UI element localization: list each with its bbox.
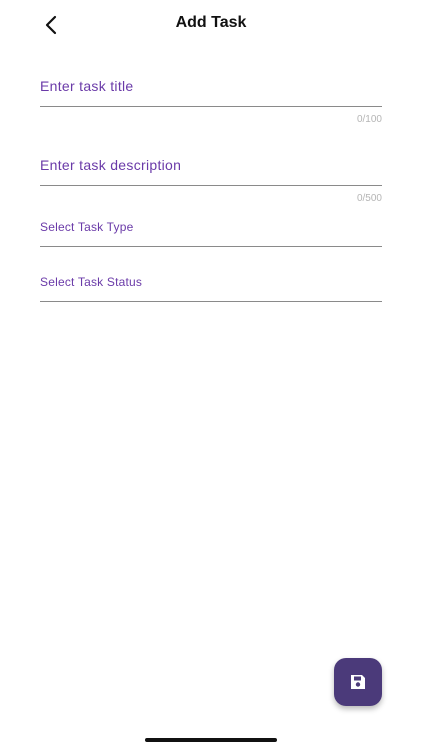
task-title-field: 0/100 <box>40 78 382 125</box>
page-title: Add Task <box>175 14 247 31</box>
task-title-input[interactable] <box>40 78 382 107</box>
save-icon <box>351 675 365 689</box>
task-status-select[interactable]: Select Task Status <box>40 275 382 302</box>
app-header: Add Task <box>0 0 422 50</box>
title-char-counter: 0/100 <box>356 114 382 125</box>
save-button[interactable] <box>334 658 382 706</box>
task-description-input[interactable] <box>40 157 382 186</box>
task-type-label: Select Task Type <box>40 220 134 234</box>
description-char-counter: 0/500 <box>356 193 382 204</box>
task-description-field: 0/500 <box>40 157 382 204</box>
task-type-select[interactable]: Select Task Type <box>40 220 382 247</box>
task-status-label: Select Task Status <box>40 275 143 289</box>
home-indicator <box>145 738 277 742</box>
add-task-screen: Add Task 0/100 0/500 Select Task Type Se… <box>0 0 422 750</box>
